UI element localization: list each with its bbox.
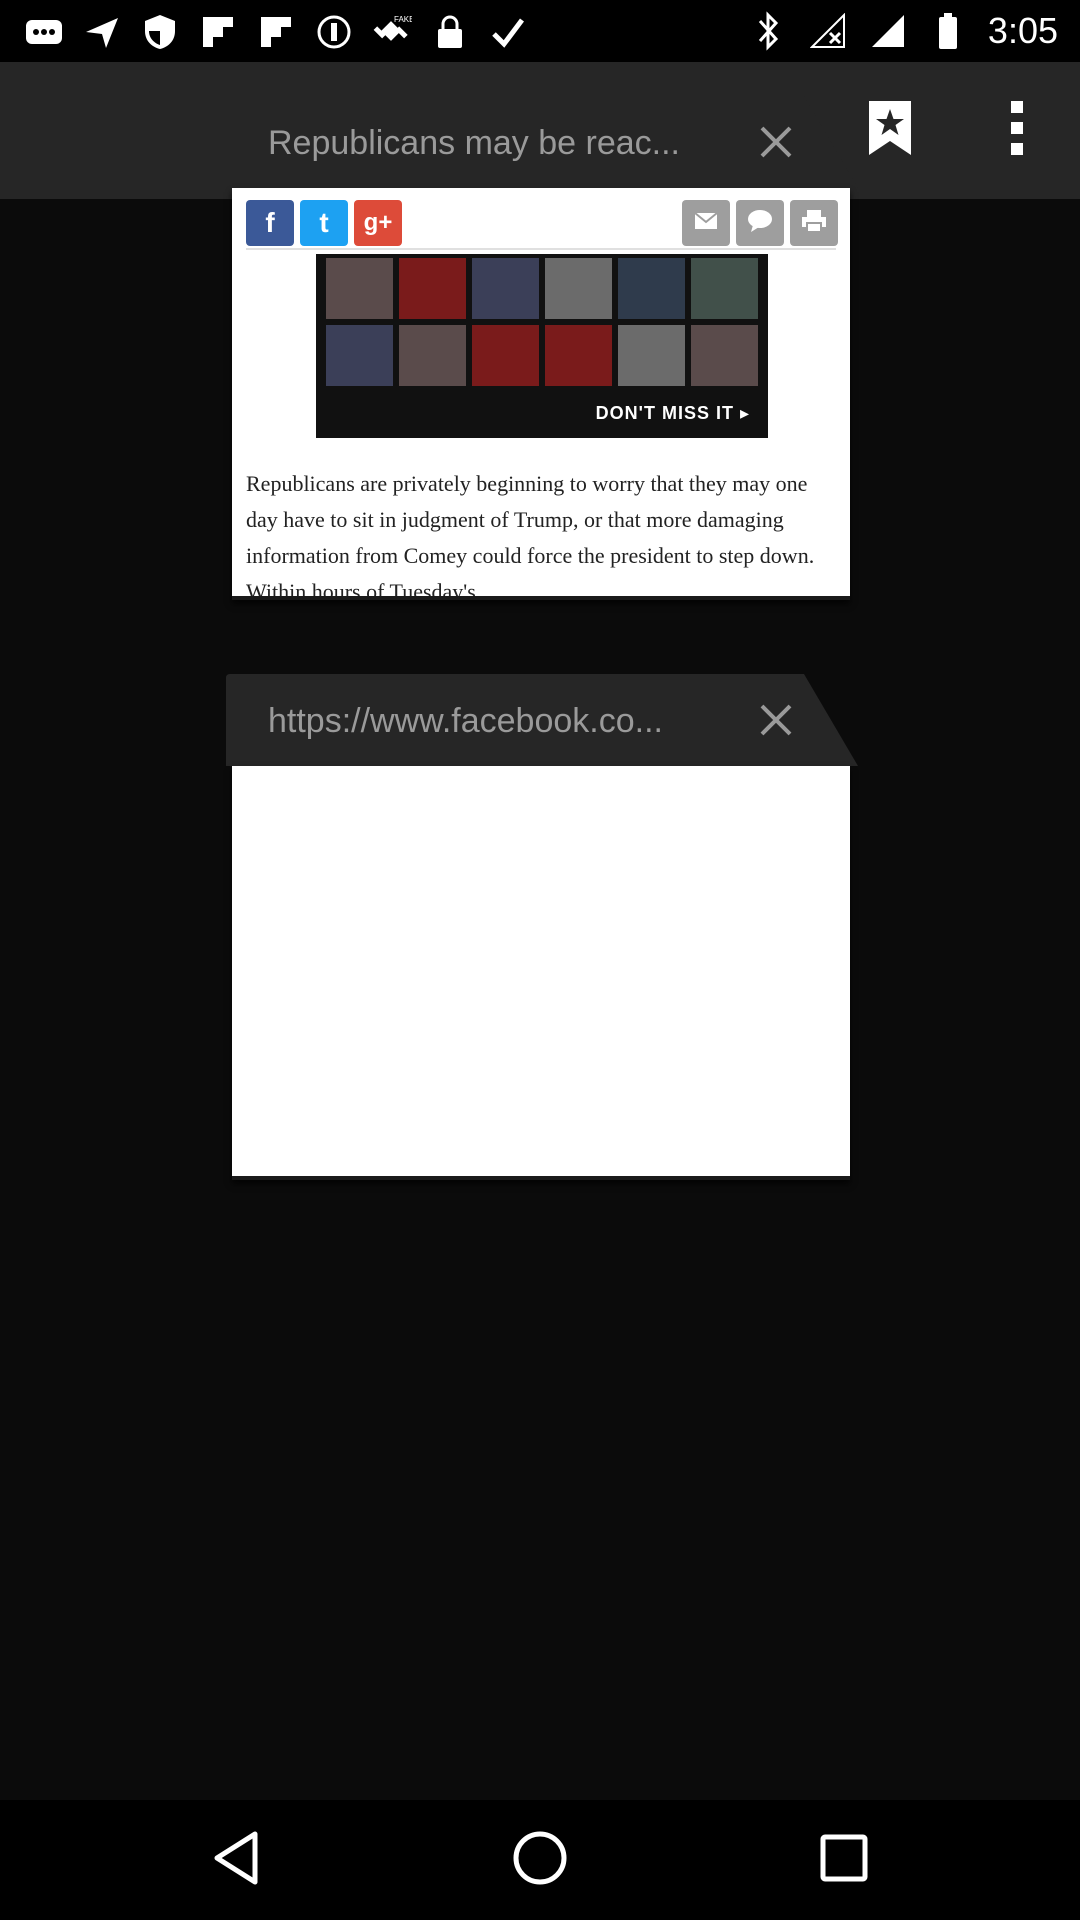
promo-thumbnail	[691, 325, 758, 386]
tab-close-button-2[interactable]	[746, 692, 806, 752]
comment-icon	[747, 209, 773, 238]
tab-preview-1[interactable]: f t g+ DON'T MISS IT ▸ Republicans are p…	[232, 188, 850, 600]
comment-button[interactable]	[736, 200, 784, 246]
promo-thumbnail	[545, 325, 612, 386]
promo-thumbnail	[545, 258, 612, 319]
recents-button[interactable]	[804, 1820, 884, 1900]
recents-icon	[819, 1833, 869, 1888]
article-excerpt: Republicans are privately beginning to w…	[246, 471, 815, 600]
print-button[interactable]	[790, 200, 838, 246]
promo-cta-label: DON'T MISS IT ▸	[595, 403, 750, 423]
lock-icon	[430, 12, 470, 52]
tab-title-2: https://www.facebook.co...	[268, 702, 663, 740]
promo-thumbnail	[618, 258, 685, 319]
fake-gps-icon: FAKE	[372, 12, 412, 52]
home-button[interactable]	[500, 1820, 580, 1900]
promo-thumbnail	[472, 325, 539, 386]
signal-icon	[868, 11, 908, 51]
navigation-icon	[82, 12, 122, 52]
back-button[interactable]	[196, 1820, 276, 1900]
bookmarks-button[interactable]	[850, 90, 930, 170]
promo-image-grid	[326, 258, 758, 386]
status-left-icons: FAKE	[24, 12, 528, 52]
promo-thumbnail	[618, 325, 685, 386]
promo-thumbnail	[399, 325, 466, 386]
twitter-share-button[interactable]: t	[300, 200, 348, 246]
email-icon	[694, 211, 718, 235]
shield-icon	[140, 12, 180, 52]
promo-thumbnail	[691, 258, 758, 319]
close-icon	[758, 702, 794, 743]
tab-card-2[interactable]: https://www.facebook.co...	[226, 674, 858, 1180]
bluetooth-icon	[748, 11, 788, 51]
promo-thumbnail	[399, 258, 466, 319]
promo-banner[interactable]: DON'T MISS IT ▸	[316, 254, 768, 438]
print-icon	[801, 209, 827, 238]
back-icon	[211, 1830, 261, 1891]
status-right-icons: 3:05	[748, 10, 1058, 52]
email-button[interactable]	[682, 200, 730, 246]
overflow-menu-icon	[1007, 99, 1027, 162]
close-icon	[758, 124, 794, 165]
status-time: 3:05	[987, 10, 1058, 51]
battery-icon	[928, 11, 968, 51]
tab-title-1: Republicans may be reac...	[268, 124, 680, 162]
flipboard-icon	[256, 12, 296, 52]
home-icon	[512, 1830, 568, 1891]
settings-circle-icon	[314, 12, 354, 52]
facebook-share-button[interactable]: f	[246, 200, 294, 246]
status-bar: FAKE 3:05	[0, 0, 1080, 62]
bookmark-star-icon	[867, 99, 913, 162]
promo-thumbnail	[326, 325, 393, 386]
navigation-bar	[0, 1800, 1080, 1920]
no-signal-icon	[808, 11, 848, 51]
svg-text:FAKE: FAKE	[394, 15, 412, 24]
tab-preview-2[interactable]	[232, 766, 850, 1180]
google-plus-share-button[interactable]: g+	[354, 200, 402, 246]
tab-header-1[interactable]: Republicans may be reac...	[226, 96, 858, 188]
tab-header-2[interactable]: https://www.facebook.co...	[226, 674, 858, 766]
flipboard-icon	[198, 12, 238, 52]
check-icon	[488, 12, 528, 52]
promo-thumbnail	[326, 258, 393, 319]
promo-thumbnail	[472, 258, 539, 319]
tab-close-button-1[interactable]	[746, 114, 806, 174]
share-toolbar: f t g+	[246, 200, 838, 250]
messages-icon	[24, 12, 64, 52]
tab-card-1[interactable]: Republicans may be reac... f t g+ DON'T …	[226, 96, 858, 600]
overflow-menu-button[interactable]	[977, 90, 1057, 170]
